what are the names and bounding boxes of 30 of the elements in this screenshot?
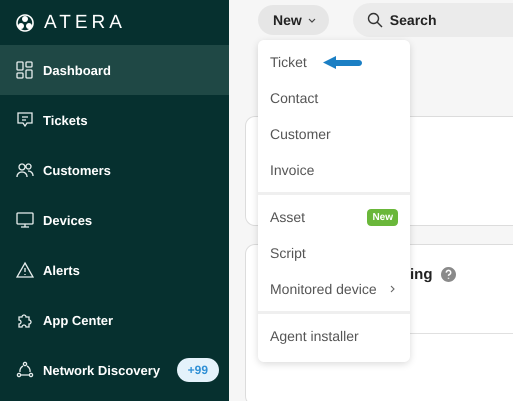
menu-item[interactable]: Ticket <box>270 54 307 70</box>
menu-item[interactable]: Script <box>270 245 306 261</box>
menu-item[interactable]: Monitored device <box>270 281 377 297</box>
sidebar-item[interactable]: Alerts <box>0 245 229 295</box>
sidebar-item[interactable]: App Center <box>0 295 229 345</box>
sidebar-item[interactable]: Customers <box>0 145 229 195</box>
menu-item[interactable]: Asset <box>270 209 306 225</box>
people-icon <box>16 161 34 179</box>
network-icon <box>16 361 34 379</box>
warning-icon <box>16 261 34 279</box>
new-badge: New <box>367 208 398 226</box>
logo-wordmark: ATERA <box>44 12 126 34</box>
menu-item[interactable]: Invoice <box>270 162 314 178</box>
menu-item[interactable]: Contact <box>270 90 318 106</box>
menu-item[interactable]: Customer <box>270 126 331 142</box>
help-icon[interactable] <box>440 267 456 282</box>
new-button[interactable]: New <box>258 5 329 35</box>
menu-item[interactable]: Agent installer <box>270 328 359 344</box>
sidebar-item[interactable]: Devices <box>0 195 229 245</box>
logo-icon <box>16 14 34 32</box>
monitor-icon <box>16 211 34 229</box>
card-title: ing <box>410 266 432 283</box>
sidebar-item[interactable]: Dashboard <box>0 45 229 95</box>
dashboard-icon <box>16 61 34 79</box>
chevron-down-icon <box>308 18 316 22</box>
sidebar-item[interactable]: Tickets <box>0 95 229 145</box>
search-field[interactable]: Search <box>352 3 513 37</box>
sidebar-item[interactable]: Network Discovery +99 <box>0 345 229 395</box>
chat-bubble-icon <box>16 111 34 129</box>
count-badge: +99 <box>176 358 219 382</box>
